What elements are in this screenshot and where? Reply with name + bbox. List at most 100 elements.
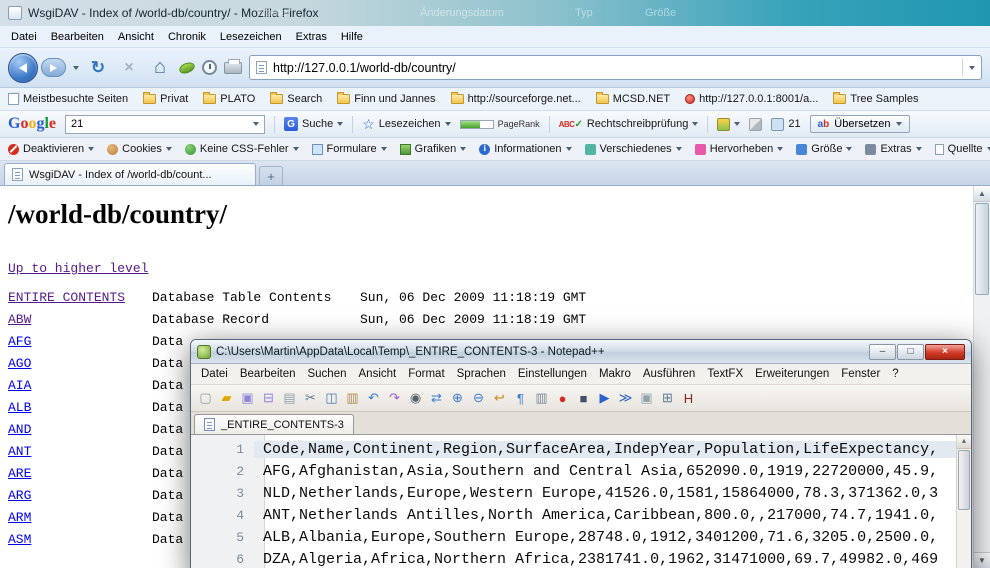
- webdev-item[interactable]: Formulare: [312, 143, 387, 155]
- bookmark-item[interactable]: PLATO: [203, 93, 255, 105]
- new-file-icon[interactable]: ▢: [196, 389, 215, 408]
- npp-menu-item[interactable]: Einstellungen: [512, 366, 593, 382]
- play-macro-icon[interactable]: ▶: [595, 389, 614, 408]
- pencil-icon[interactable]: [749, 118, 762, 131]
- menu-item[interactable]: Lesezeichen: [213, 28, 289, 46]
- copy-icon[interactable]: ◫: [322, 389, 341, 408]
- webdev-item[interactable]: Quellte: [935, 143, 990, 155]
- webdev-item[interactable]: Hervorheben: [695, 143, 784, 155]
- menu-item[interactable]: Chronik: [161, 28, 213, 46]
- entry-link[interactable]: AIA: [8, 378, 31, 393]
- npp-menu-item[interactable]: Sprachen: [451, 366, 512, 382]
- scroll-down-icon[interactable]: ▼: [974, 552, 990, 568]
- maximize-button[interactable]: □: [897, 344, 924, 360]
- redo-icon[interactable]: ↷: [385, 389, 404, 408]
- webdev-item[interactable]: Deaktivieren: [8, 143, 94, 155]
- tab-wsgidav[interactable]: WsgiDAV - Index of /world-db/count...: [4, 163, 256, 185]
- close-button[interactable]: ×: [925, 344, 965, 360]
- entry-link[interactable]: AFG: [8, 334, 31, 349]
- history-clock-icon[interactable]: [202, 60, 217, 75]
- npp-vertical-scrollbar[interactable]: ▲: [956, 435, 971, 568]
- menu-item[interactable]: Hilfe: [334, 28, 370, 46]
- up-to-higher-level-link[interactable]: Up to higher level: [8, 261, 148, 276]
- home-button[interactable]: ⌂: [148, 55, 172, 81]
- npp-titlebar[interactable]: C:\Users\Martin\AppData\Local\Temp\_ENTI…: [191, 340, 971, 364]
- stop-macro-icon[interactable]: ■: [574, 389, 593, 408]
- webdev-item[interactable]: Cookies: [107, 143, 172, 155]
- search-dropdown-icon[interactable]: [253, 122, 259, 126]
- print-icon[interactable]: ▤: [280, 389, 299, 408]
- bookmark-item[interactable]: http://127.0.0.1:8001/a...: [685, 93, 818, 105]
- entry-link[interactable]: ASM: [8, 532, 31, 547]
- npp-document-tab[interactable]: _ENTIRE_CONTENTS-3: [194, 414, 354, 434]
- indent-guide-icon[interactable]: ▥: [532, 389, 551, 408]
- cut-icon[interactable]: ✂: [301, 389, 320, 408]
- scroll-up-icon[interactable]: ▲: [957, 435, 971, 449]
- run-multi-icon[interactable]: ≫: [616, 389, 635, 408]
- npp-menu-item[interactable]: TextFX: [701, 366, 749, 382]
- paste-icon[interactable]: ▥: [343, 389, 362, 408]
- google-bookmarks-button[interactable]: ☆ Lesezeichen: [362, 117, 450, 131]
- npp-menu-item[interactable]: Ansicht: [353, 366, 403, 382]
- entry-link[interactable]: ENTIRE CONTENTS: [8, 290, 125, 305]
- google-search-button[interactable]: G Suche: [284, 117, 343, 131]
- reload-button[interactable]: ↻: [86, 55, 110, 81]
- page-scrollbar[interactable]: ▲ ▼: [973, 186, 990, 568]
- save-icon[interactable]: ▣: [238, 389, 257, 408]
- entry-link[interactable]: AGO: [8, 356, 31, 371]
- webdev-item[interactable]: Grafiken: [400, 143, 467, 155]
- bookmark-item[interactable]: Privat: [143, 93, 188, 105]
- save-macro-icon[interactable]: ▣: [637, 389, 656, 408]
- scroll-up-icon[interactable]: ▲: [974, 186, 990, 202]
- webdev-item[interactable]: Keine CSS-Fehler: [185, 143, 299, 155]
- google-search-input[interactable]: [71, 118, 249, 130]
- npp-menu-item[interactable]: ?: [886, 366, 904, 382]
- undo-icon[interactable]: ↶: [364, 389, 383, 408]
- webdev-item[interactable]: Informationen: [479, 143, 571, 155]
- back-button[interactable]: [8, 53, 38, 83]
- menu-item[interactable]: Extras: [289, 28, 334, 46]
- npp-editor[interactable]: 1 Code,Name,Continent,Region,SurfaceArea…: [191, 435, 971, 568]
- npp-menu-item[interactable]: Datei: [195, 366, 234, 382]
- entry-link[interactable]: ABW: [8, 312, 31, 327]
- menu-item[interactable]: Ansicht: [111, 28, 161, 46]
- bookmark-item[interactable]: Tree Samples: [833, 93, 918, 105]
- entry-link[interactable]: ARE: [8, 466, 31, 481]
- bookmark-item[interactable]: Search: [270, 93, 322, 105]
- webdev-item[interactable]: Größe: [796, 143, 852, 155]
- open-folder-icon[interactable]: ▰: [217, 389, 236, 408]
- new-tab-button[interactable]: +: [259, 166, 283, 185]
- html-preview-icon[interactable]: H: [679, 389, 698, 408]
- forward-button[interactable]: [41, 58, 66, 77]
- pagerank-widget[interactable]: PageRank: [460, 119, 540, 129]
- stop-button[interactable]: ×: [117, 55, 141, 81]
- google-search-box[interactable]: [65, 115, 265, 134]
- translate-button[interactable]: Übersetzen: [810, 115, 910, 133]
- doc-map-icon[interactable]: ⊞: [658, 389, 677, 408]
- npp-menu-item[interactable]: Suchen: [301, 366, 352, 382]
- npp-menu-item[interactable]: Erweiterungen: [749, 366, 835, 382]
- location-bar[interactable]: [249, 55, 982, 80]
- npp-menu-item[interactable]: Format: [402, 366, 450, 382]
- location-dropdown[interactable]: [962, 59, 975, 76]
- history-dropdown-icon[interactable]: [73, 66, 79, 70]
- menu-item[interactable]: Datei: [4, 28, 44, 46]
- npp-menu-item[interactable]: Bearbeiten: [234, 366, 302, 382]
- find-icon[interactable]: ◉: [406, 389, 425, 408]
- spellcheck-button[interactable]: Rechtschreibprüfung: [559, 118, 699, 130]
- bookmark-item[interactable]: http://sourceforge.net...: [451, 93, 581, 105]
- npp-menu-item[interactable]: Fenster: [835, 366, 886, 382]
- firefox-titlebar[interactable]: WsgiDAV - Index of /world-db/country/ - …: [0, 0, 990, 26]
- bookmark-item[interactable]: Meistbesuchte Seiten: [8, 93, 128, 105]
- counter-button[interactable]: 21: [771, 118, 800, 131]
- webdev-item[interactable]: Extras: [865, 143, 921, 155]
- entry-link[interactable]: ARG: [8, 488, 31, 503]
- npp-menu-item[interactable]: Ausführen: [637, 366, 701, 382]
- show-all-chars-icon[interactable]: ¶: [511, 389, 530, 408]
- webdev-item[interactable]: Verschiedenes: [585, 143, 682, 155]
- minimize-button[interactable]: –: [869, 344, 896, 360]
- bookmark-item[interactable]: Finn und Jannes: [337, 93, 435, 105]
- zoom-in-icon[interactable]: ⊕: [448, 389, 467, 408]
- url-input[interactable]: [273, 61, 956, 75]
- menu-item[interactable]: Bearbeiten: [44, 28, 111, 46]
